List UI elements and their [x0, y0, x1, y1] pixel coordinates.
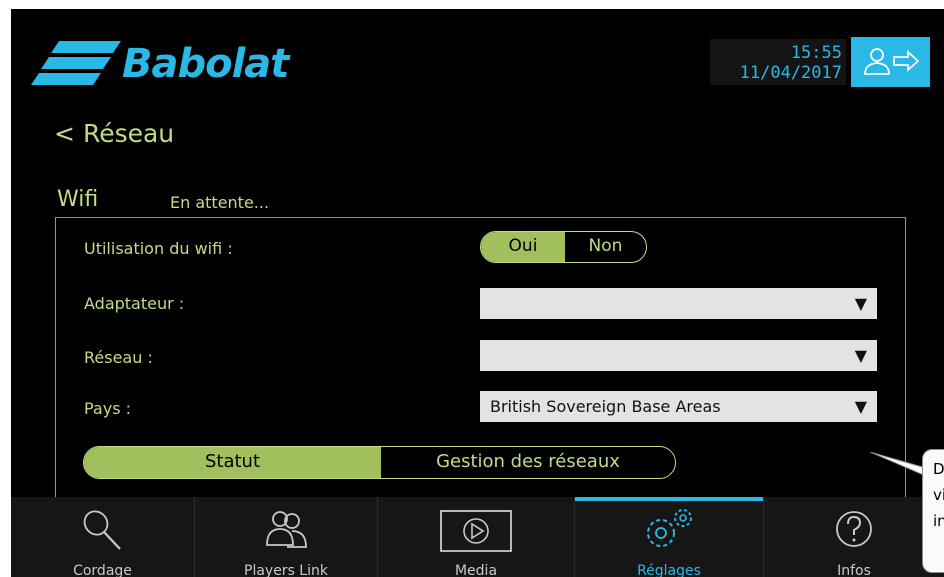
country-value: British Sovereign Base Areas: [490, 397, 721, 416]
nav-label-infos: Infos: [837, 563, 871, 577]
dropdown-caret-icon: ▼: [854, 346, 867, 365]
clock-time: 15:55: [790, 43, 842, 63]
network-select[interactable]: ▼: [480, 340, 877, 371]
players-icon: [266, 511, 307, 548]
nav-label-cordage: Cordage: [73, 563, 132, 577]
toggle-oui[interactable]: Oui: [481, 232, 565, 262]
section-status: En attente...: [170, 193, 270, 212]
nav-label-reglages: Réglages: [637, 563, 701, 577]
back-label: Réseau: [82, 119, 175, 148]
bottom-navbar: Cordage Players Link Media Réglages Info…: [11, 497, 944, 577]
back-button[interactable]: < Réseau: [54, 119, 174, 148]
clock-display: 15:55 11/04/2017: [710, 39, 846, 85]
clock-date: 11/04/2017: [739, 63, 842, 83]
tooltip-line-1: D: [933, 460, 944, 478]
help-tooltip: D vi in: [922, 449, 944, 573]
nav-item-infos[interactable]: Infos: [764, 497, 944, 577]
help-icon: [836, 511, 872, 547]
nav-item-reglages[interactable]: Réglages: [575, 497, 764, 577]
adapter-select[interactable]: ▼: [480, 288, 877, 319]
nav-item-media[interactable]: Media: [378, 497, 575, 577]
tab-statut[interactable]: Statut: [84, 447, 381, 478]
user-logout-icon: [863, 47, 919, 75]
nav-label-media: Media: [454, 563, 498, 577]
play-icon: [440, 510, 512, 552]
gears-icon: [647, 509, 692, 547]
dropdown-caret-icon: ▼: [854, 397, 867, 416]
dropdown-caret-icon: ▼: [854, 294, 867, 313]
nav-item-players-link[interactable]: Players Link: [195, 497, 378, 577]
racquet-icon: [83, 510, 121, 550]
wifi-usage-label: Utilisation du wifi :: [84, 239, 233, 258]
nav-item-cordage[interactable]: Cordage: [11, 497, 195, 577]
network-label: Réseau :: [84, 348, 153, 367]
logout-button[interactable]: [851, 37, 930, 87]
country-label: Pays :: [84, 399, 132, 418]
tooltip-line-2: vi: [933, 486, 944, 504]
brand-wordmark: Babolat: [122, 41, 289, 87]
wifi-toggle[interactable]: Oui Non: [480, 231, 647, 263]
tooltip-line-3: in: [933, 512, 944, 530]
toggle-non[interactable]: Non: [565, 232, 646, 262]
tooltip-pointer: [870, 452, 926, 476]
section-title: Wifi: [57, 187, 99, 212]
wifi-tabs: Statut Gestion des réseaux: [83, 446, 676, 479]
babolat-logo: Babolat: [29, 39, 349, 89]
tab-gestion-reseaux[interactable]: Gestion des réseaux: [381, 447, 675, 478]
device-screen: Babolat 15:55 11/04/2017 < Réseau Wifi En…: [11, 9, 944, 577]
country-select[interactable]: British Sovereign Base Areas ▼: [480, 391, 877, 422]
adapter-label: Adaptateur :: [84, 294, 185, 313]
chevron-left-icon: <: [54, 119, 75, 148]
babolat-swoosh-icon: [31, 41, 121, 85]
nav-label-players-link: Players Link: [244, 563, 328, 577]
